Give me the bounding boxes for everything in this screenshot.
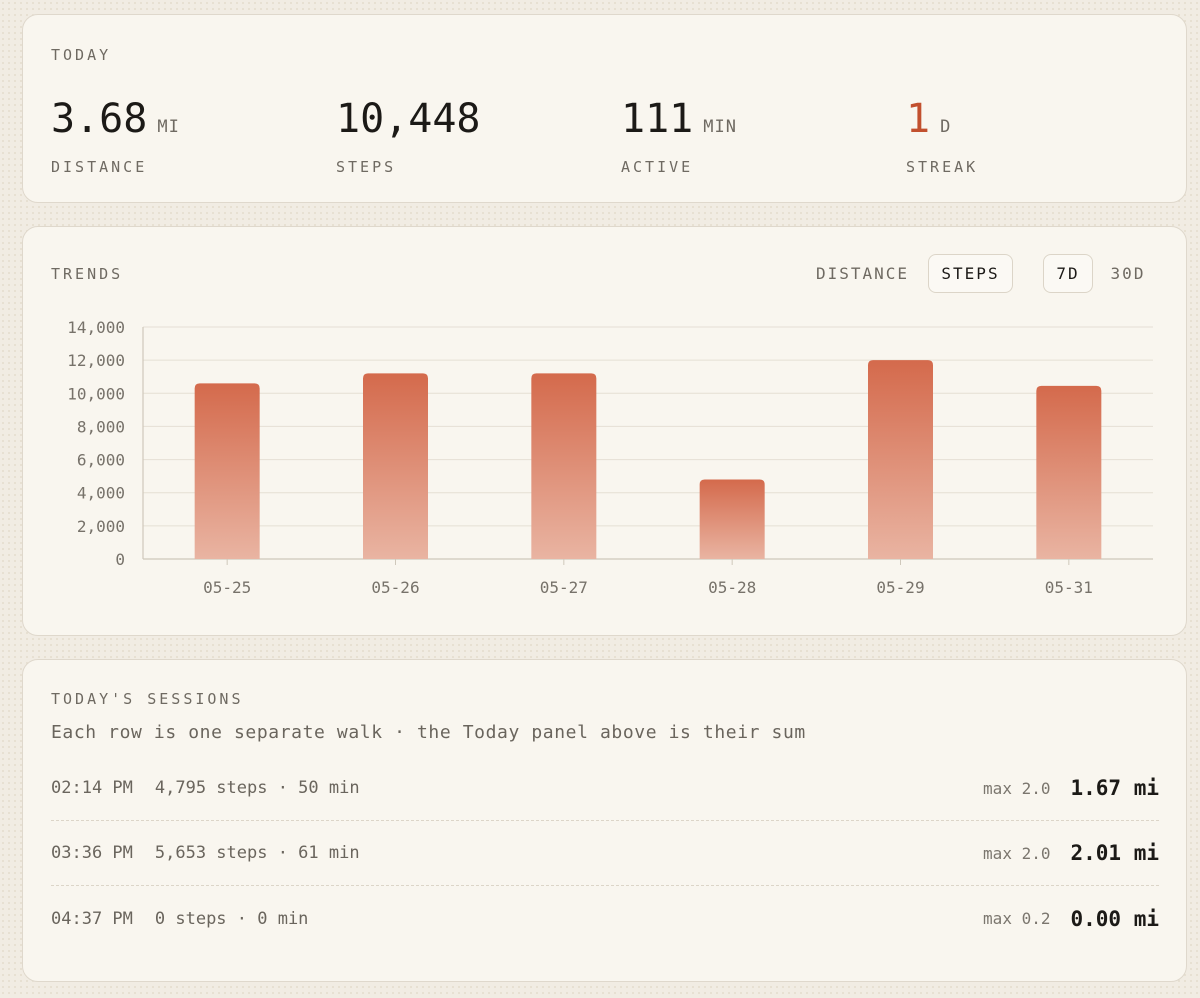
today-title: TODAY [51, 46, 112, 64]
stat-active-label: ACTIVE [621, 158, 694, 176]
y-tick-label: 10,000 [67, 384, 125, 403]
steps-bar-chart: 0 2,000 4,000 6,000 8,000 10,000 12,000 14,000 0… [67, 318, 1153, 597]
session-summary: 4,795 steps · 50 min [154, 778, 360, 798]
bar-05-31 [1036, 385, 1102, 559]
trends-card: TRENDS DISTANCE STEPS 7D 30D 0 2,000 4,000… [22, 226, 1187, 636]
session-max: max 0.2 [983, 909, 1051, 928]
sessions-subtitle: Each row is one separate walk · the Toda… [51, 722, 806, 743]
stat-active-value: 111 [621, 96, 694, 142]
bar-05-28 [699, 479, 765, 559]
y-tick-label: 6,000 [77, 451, 125, 470]
session-row[interactable]: 03:36 PM 5,653 steps · 61 min max 2.0 2.… [51, 821, 1159, 886]
x-tick-label: 05-28 [708, 578, 756, 597]
session-max: max 2.0 [983, 843, 1051, 863]
today-card: TODAY 3.68 MI DISTANCE 10,448 STEPS 111 … [22, 14, 1187, 203]
bar-05-29 [868, 360, 933, 559]
stat-distance-unit: MI [157, 117, 180, 137]
stat-distance: 3.68 MI DISTANCE [51, 97, 180, 176]
x-tick-label: 05-26 [371, 578, 419, 597]
stat-active-unit: MIN [703, 117, 737, 137]
stat-steps-value: 10,448 [336, 96, 481, 142]
y-tick-label: 2,000 [77, 517, 125, 536]
stat-streak-value: 1 [906, 96, 931, 142]
stat-distance-value: 3.68 [51, 96, 148, 142]
stat-streak-unit: D [940, 117, 952, 137]
session-time: 03:36 PM [51, 843, 133, 863]
sessions-card: TODAY'S SESSIONS Each row is one separat… [22, 659, 1187, 982]
stat-streak: 1 D STREAK [906, 97, 978, 176]
session-distance: 0.00 mi [1070, 906, 1159, 931]
y-tick-label: 0 [115, 550, 125, 569]
x-tick-label: 05-31 [1045, 578, 1093, 597]
stat-steps: 10,448 STEPS [336, 97, 491, 176]
session-distance: 1.67 mi [1070, 776, 1159, 800]
session-row[interactable]: 04:37 PM 0 steps · 0 min max 0.2 0.00 mi [51, 886, 1159, 951]
stat-active: 111 MIN ACTIVE [621, 97, 737, 176]
x-tick-label: 05-27 [540, 578, 588, 597]
stat-steps-label: STEPS [336, 158, 397, 176]
stat-distance-label: DISTANCE [51, 158, 148, 176]
y-tick-label: 4,000 [77, 484, 125, 503]
bar-05-27 [531, 373, 597, 559]
x-tick-label: 05-29 [876, 578, 924, 597]
session-distance: 2.01 mi [1070, 841, 1159, 865]
session-time: 02:14 PM [51, 778, 133, 798]
bar-05-26 [363, 373, 428, 559]
bar-05-25 [194, 383, 260, 559]
y-tick-label: 12,000 [67, 351, 125, 370]
session-row[interactable]: 02:14 PM 4,795 steps · 50 min max 2.0 1.… [51, 756, 1159, 821]
session-time: 04:37 PM [51, 908, 133, 929]
sessions-title: TODAY'S SESSIONS [51, 690, 244, 708]
session-summary: 5,653 steps · 61 min [154, 843, 360, 863]
session-max: max 2.0 [983, 778, 1051, 798]
stat-streak-label: STREAK [906, 158, 979, 176]
x-tick-label: 05-25 [203, 578, 251, 597]
session-summary: 0 steps · 0 min [154, 908, 309, 929]
y-tick-label: 8,000 [77, 417, 125, 436]
y-tick-label: 14,000 [67, 318, 125, 337]
